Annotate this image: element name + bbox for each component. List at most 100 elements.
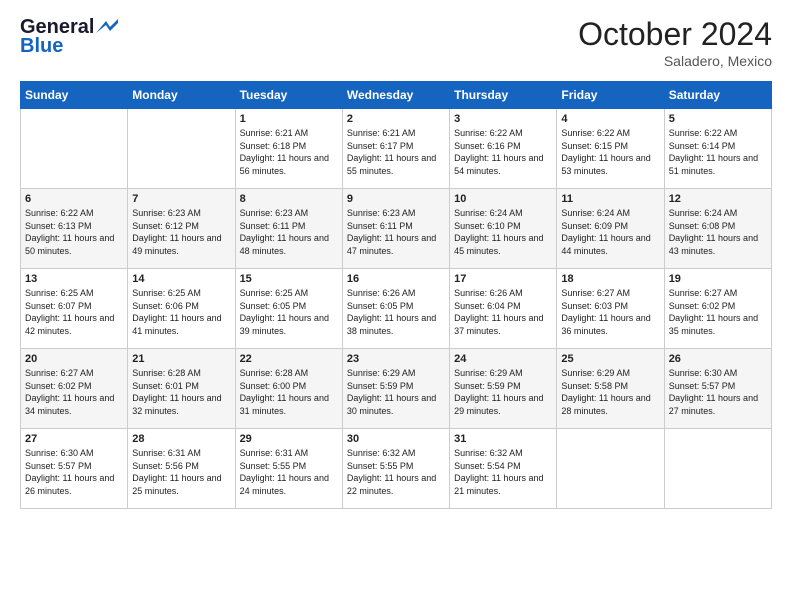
cell-sunrise: Sunrise: 6:25 AM [132,288,201,298]
cell-sunset: Sunset: 6:00 PM [240,381,307,391]
cell-sunrise: Sunrise: 6:25 AM [240,288,309,298]
logo: General Blue [20,16,118,58]
day-number: 6 [25,193,123,205]
cell-sunset: Sunset: 6:11 PM [240,221,306,231]
day-number: 26 [669,353,767,365]
main-container: General Blue October 2024 Saladero, Mexi… [0,0,792,519]
cell-sunrise: Sunrise: 6:24 AM [454,208,523,218]
cell-daylight: Daylight: 11 hours and 28 minutes. [561,393,650,416]
calendar-cell: 21 Sunrise: 6:28 AM Sunset: 6:01 PM Dayl… [128,349,235,429]
cell-daylight: Daylight: 11 hours and 27 minutes. [669,393,758,416]
cell-daylight: Daylight: 11 hours and 30 minutes. [347,393,436,416]
calendar-cell: 6 Sunrise: 6:22 AM Sunset: 6:13 PM Dayli… [21,189,128,269]
day-number: 20 [25,353,123,365]
header-tuesday: Tuesday [235,82,342,109]
cell-sunrise: Sunrise: 6:23 AM [132,208,201,218]
cell-daylight: Daylight: 11 hours and 38 minutes. [347,313,436,336]
day-number: 16 [347,273,445,285]
cell-sunrise: Sunrise: 6:22 AM [669,128,738,138]
cell-sunrise: Sunrise: 6:26 AM [347,288,416,298]
cell-daylight: Daylight: 11 hours and 37 minutes. [454,313,543,336]
logo-blue: Blue [20,35,63,58]
day-number: 15 [240,273,338,285]
title-block: October 2024 Saladero, Mexico [578,16,772,69]
calendar-cell: 14 Sunrise: 6:25 AM Sunset: 6:06 PM Dayl… [128,269,235,349]
cell-sunset: Sunset: 6:13 PM [25,221,92,231]
calendar-cell: 5 Sunrise: 6:22 AM Sunset: 6:14 PM Dayli… [664,109,771,189]
day-number: 10 [454,193,552,205]
cell-sunrise: Sunrise: 6:32 AM [454,448,523,458]
calendar-week-row: 20 Sunrise: 6:27 AM Sunset: 6:02 PM Dayl… [21,349,772,429]
cell-sunset: Sunset: 5:54 PM [454,461,521,471]
cell-sunset: Sunset: 5:59 PM [454,381,521,391]
cell-daylight: Daylight: 11 hours and 36 minutes. [561,313,650,336]
month-title: October 2024 [578,16,772,53]
cell-sunset: Sunset: 6:15 PM [561,141,628,151]
calendar-cell: 30 Sunrise: 6:32 AM Sunset: 5:55 PM Dayl… [342,429,449,509]
cell-daylight: Daylight: 11 hours and 21 minutes. [454,473,543,496]
cell-sunrise: Sunrise: 6:24 AM [669,208,738,218]
cell-sunrise: Sunrise: 6:28 AM [240,368,309,378]
cell-sunset: Sunset: 5:57 PM [25,461,92,471]
cell-sunset: Sunset: 6:06 PM [132,301,199,311]
cell-sunrise: Sunrise: 6:27 AM [25,368,94,378]
cell-daylight: Daylight: 11 hours and 32 minutes. [132,393,221,416]
cell-daylight: Daylight: 11 hours and 24 minutes. [240,473,329,496]
cell-sunset: Sunset: 6:12 PM [132,221,199,231]
calendar-cell [21,109,128,189]
cell-sunrise: Sunrise: 6:23 AM [240,208,309,218]
calendar-week-row: 1 Sunrise: 6:21 AM Sunset: 6:18 PM Dayli… [21,109,772,189]
calendar-cell: 4 Sunrise: 6:22 AM Sunset: 6:15 PM Dayli… [557,109,664,189]
cell-sunrise: Sunrise: 6:27 AM [669,288,738,298]
cell-sunrise: Sunrise: 6:29 AM [561,368,630,378]
header-monday: Monday [128,82,235,109]
cell-daylight: Daylight: 11 hours and 45 minutes. [454,233,543,256]
day-number: 18 [561,273,659,285]
cell-sunset: Sunset: 5:55 PM [240,461,307,471]
day-number: 2 [347,113,445,125]
cell-daylight: Daylight: 11 hours and 44 minutes. [561,233,650,256]
cell-sunrise: Sunrise: 6:23 AM [347,208,416,218]
cell-daylight: Daylight: 11 hours and 56 minutes. [240,153,329,176]
day-number: 29 [240,433,338,445]
cell-sunset: Sunset: 6:17 PM [347,141,414,151]
cell-daylight: Daylight: 11 hours and 22 minutes. [347,473,436,496]
cell-sunrise: Sunrise: 6:31 AM [132,448,201,458]
cell-sunset: Sunset: 6:04 PM [454,301,521,311]
day-number: 9 [347,193,445,205]
calendar-cell: 17 Sunrise: 6:26 AM Sunset: 6:04 PM Dayl… [450,269,557,349]
cell-daylight: Daylight: 11 hours and 55 minutes. [347,153,436,176]
cell-sunrise: Sunrise: 6:22 AM [561,128,630,138]
cell-sunset: Sunset: 5:55 PM [347,461,414,471]
cell-sunrise: Sunrise: 6:27 AM [561,288,630,298]
calendar-table: Sunday Monday Tuesday Wednesday Thursday… [20,81,772,509]
cell-daylight: Daylight: 11 hours and 41 minutes. [132,313,221,336]
cell-sunset: Sunset: 6:16 PM [454,141,521,151]
cell-sunset: Sunset: 6:09 PM [561,221,628,231]
calendar-cell: 3 Sunrise: 6:22 AM Sunset: 6:16 PM Dayli… [450,109,557,189]
calendar-header-row: Sunday Monday Tuesday Wednesday Thursday… [21,82,772,109]
cell-daylight: Daylight: 11 hours and 50 minutes. [25,233,114,256]
cell-sunrise: Sunrise: 6:26 AM [454,288,523,298]
day-number: 22 [240,353,338,365]
calendar-cell: 22 Sunrise: 6:28 AM Sunset: 6:00 PM Dayl… [235,349,342,429]
cell-sunset: Sunset: 5:56 PM [132,461,199,471]
calendar-cell: 20 Sunrise: 6:27 AM Sunset: 6:02 PM Dayl… [21,349,128,429]
calendar-cell: 15 Sunrise: 6:25 AM Sunset: 6:05 PM Dayl… [235,269,342,349]
day-number: 24 [454,353,552,365]
calendar-cell: 25 Sunrise: 6:29 AM Sunset: 5:58 PM Dayl… [557,349,664,429]
cell-sunrise: Sunrise: 6:24 AM [561,208,630,218]
cell-daylight: Daylight: 11 hours and 26 minutes. [25,473,114,496]
calendar-cell: 28 Sunrise: 6:31 AM Sunset: 5:56 PM Dayl… [128,429,235,509]
calendar-cell: 16 Sunrise: 6:26 AM Sunset: 6:05 PM Dayl… [342,269,449,349]
cell-sunrise: Sunrise: 6:22 AM [454,128,523,138]
day-number: 27 [25,433,123,445]
day-number: 30 [347,433,445,445]
cell-sunset: Sunset: 6:05 PM [347,301,414,311]
cell-sunrise: Sunrise: 6:22 AM [25,208,94,218]
cell-sunrise: Sunrise: 6:25 AM [25,288,94,298]
cell-sunrise: Sunrise: 6:28 AM [132,368,201,378]
calendar-cell: 19 Sunrise: 6:27 AM Sunset: 6:02 PM Dayl… [664,269,771,349]
cell-daylight: Daylight: 11 hours and 42 minutes. [25,313,114,336]
day-number: 3 [454,113,552,125]
